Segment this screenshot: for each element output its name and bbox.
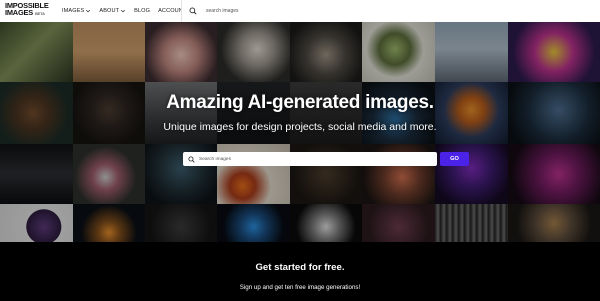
gallery-image[interactable]: [73, 144, 145, 204]
nav-item-about[interactable]: ABOUT: [99, 8, 126, 14]
gallery-image[interactable]: [362, 204, 435, 242]
gallery-image[interactable]: [73, 204, 145, 242]
hero-subtitle: Unique images for design projects, socia…: [163, 121, 437, 133]
gallery-image[interactable]: [290, 204, 362, 242]
gallery-image[interactable]: [217, 22, 290, 82]
go-button[interactable]: GO: [440, 152, 469, 166]
hero-search-bar: [183, 152, 437, 166]
logo-line-2: IMAGES BETA: [5, 8, 45, 17]
top-navigation-bar: IMPOSSIBLE IMAGES BETA IMAGES ABOUT BLOG …: [0, 0, 600, 22]
gallery-image[interactable]: [435, 22, 508, 82]
search-icon[interactable]: [183, 152, 199, 166]
gallery-image[interactable]: [435, 204, 508, 242]
nav-item-blog[interactable]: BLOG: [134, 8, 150, 14]
gallery-image[interactable]: [508, 204, 600, 242]
gallery-image[interactable]: [145, 22, 217, 82]
cta-subtitle: Sign up and get ten free image generatio…: [239, 284, 361, 291]
chevron-down-icon: [121, 9, 126, 13]
nav-item-label: ABOUT: [99, 8, 120, 14]
hero-title: Amazing AI-generated images.: [166, 92, 434, 113]
nav-item-label: IMAGES: [62, 8, 85, 14]
gallery-image[interactable]: [0, 22, 73, 82]
hero-search-input[interactable]: [199, 153, 431, 165]
gallery-image[interactable]: [73, 22, 145, 82]
gallery-image[interactable]: [217, 204, 290, 242]
header-search-input[interactable]: [204, 1, 584, 21]
gallery-image[interactable]: [145, 204, 217, 242]
gallery-image[interactable]: [508, 144, 600, 204]
beta-badge: BETA: [34, 11, 45, 16]
chevron-down-icon: [86, 9, 91, 13]
gallery-image[interactable]: [0, 204, 73, 242]
gallery-image[interactable]: [0, 144, 73, 204]
nav-item-label: BLOG: [134, 8, 151, 14]
gallery-image[interactable]: [508, 22, 600, 82]
gallery-image[interactable]: [290, 22, 362, 82]
cta-title: Get started for free.: [255, 262, 345, 273]
search-icon[interactable]: [182, 0, 204, 22]
nav-item-images[interactable]: IMAGES: [62, 8, 91, 14]
header-search-bar: [182, 0, 600, 22]
site-logo[interactable]: IMPOSSIBLE IMAGES BETA: [5, 2, 55, 20]
main-nav: IMAGES ABOUT BLOG ACCOUNT: [62, 0, 194, 22]
gallery-image[interactable]: [362, 22, 435, 82]
